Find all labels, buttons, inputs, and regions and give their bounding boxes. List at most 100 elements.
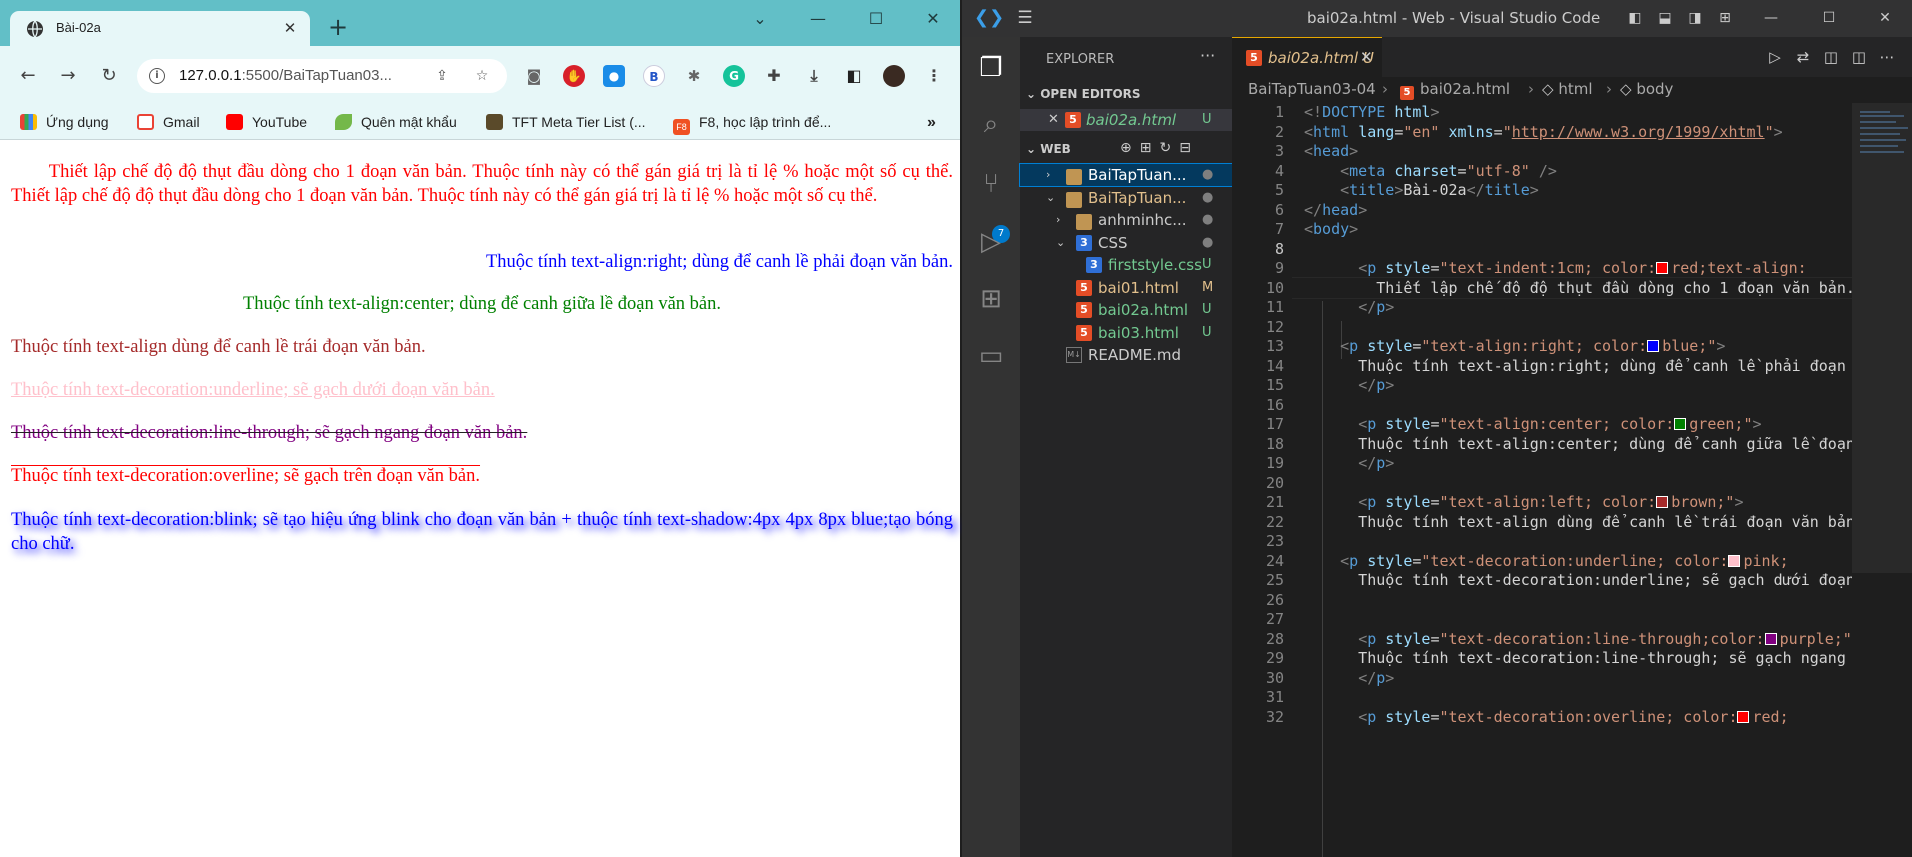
customize-layout-icon[interactable]: ⊞ [1716,9,1734,27]
droplet-icon[interactable]: ● [603,65,625,87]
avatar[interactable] [883,65,905,87]
new-tab-button[interactable]: + [325,15,351,42]
minimap-line [1860,111,1890,113]
bookmark-forgot-password[interactable]: Quên mật khẩu [335,114,457,132]
menu-hamburger-icon[interactable]: ☰ [1016,9,1034,27]
tree-item[interactable]: › BaiTapTuan... ● [1019,163,1233,187]
bookmark-tft[interactable]: TFT Meta Tier List (... [486,114,646,132]
breadcrumb-file[interactable]: 5 bai02a.html [1400,80,1510,100]
close-window-button[interactable]: ✕ [1876,9,1894,27]
folder-icon [1066,191,1082,208]
breadcrumb-html[interactable]: ◇ html [1542,80,1593,98]
star-icon[interactable]: ☆ [473,67,491,85]
tree-item[interactable]: 5 bai02a.html U [1020,299,1232,321]
remote-explorer-icon[interactable]: ▭ [974,339,1008,373]
back-arrow-icon[interactable]: ← [16,64,40,88]
line-number: 11 [1265,298,1284,316]
breadcrumb-folder[interactable]: BaiTapTuan03-04 [1248,80,1376,98]
maximize-button[interactable]: ☐ [1820,9,1838,27]
open-preview-icon[interactable]: ◫ [1822,48,1840,66]
bookmark-gmail[interactable]: Gmail [137,114,200,132]
more-actions-icon[interactable]: ··· [1200,46,1215,65]
toggle-secondary-sidebar-icon[interactable]: ◨ [1686,9,1704,27]
open-editor-item[interactable]: ✕ 5 bai02a.html U [1020,109,1232,131]
code-line-32: <p style="text-decoration:overline; colo… [1358,707,1789,726]
source-control-icon[interactable]: ⑂ [974,167,1008,201]
reload-icon[interactable]: ↻ [97,64,121,88]
minimize-button[interactable]: — [1762,9,1780,27]
bookmark-apps[interactable]: Ứng dụng [20,114,109,132]
line-number: 18 [1265,434,1284,453]
chevron-right-icon: › [1046,168,1051,181]
share-icon[interactable]: ⇪ [433,67,451,85]
camera-icon[interactable]: ◙ [523,65,545,87]
bookmark-youtube[interactable]: YouTube [226,114,307,132]
bug-icon[interactable]: ✱ [683,65,705,87]
run-debug-icon[interactable]: ▷ [974,225,1008,259]
chevron-down-icon[interactable]: ⌄ [745,8,775,30]
extensions-icon[interactable]: ⊞ [974,282,1008,316]
more-actions-icon[interactable]: ⋯ [1878,48,1896,66]
bookmarks-more[interactable]: » [927,114,936,132]
forward-arrow-icon[interactable]: → [56,64,80,88]
bookmark-f8[interactable]: F8 F8, học lập trình để... [673,114,831,135]
address-bar[interactable]: i 127.0.0.1:5500/BaiTapTuan03... ⇪ ☆ [137,59,507,93]
open-editors-header[interactable]: ⌄ OPEN EDITORS [1026,87,1141,101]
puzzle-extensions-icon[interactable]: ✚ [763,65,785,87]
folder-icon [1076,214,1092,230]
window-title: bai02a.html - Web - Visual Studio Code [1307,9,1601,27]
tab-label: bai02a.html U [1268,49,1374,67]
side-panel-icon[interactable]: ◧ [843,65,865,87]
close-icon[interactable]: ✕ [1048,109,1059,131]
web-folder-header[interactable]: ⌄ WEB [1026,142,1071,156]
run-icon[interactable]: ▷ [1766,48,1784,66]
editor-tab[interactable]: 5 bai02a.html U ✕ [1232,37,1382,77]
tree-item[interactable]: 5 bai01.html M [1020,277,1232,299]
tree-item[interactable]: ⌄ BaiTapTuan... ● [1020,187,1232,209]
toggle-primary-sidebar-icon[interactable]: ◧ [1626,9,1644,27]
explorer-files-icon[interactable]: ❐ [974,51,1008,85]
minimap-line [1860,133,1900,135]
tree-item[interactable]: 3 firststyle.css U [1020,254,1232,276]
tree-item[interactable]: › anhminhc... ● [1020,209,1232,231]
minimap[interactable] [1852,103,1912,857]
explorer-actions[interactable]: ⊕⊞↻⊟ [1120,140,1199,156]
close-tab-icon[interactable]: ✕ [280,18,300,38]
info-icon[interactable]: i [149,68,165,84]
minimap-line [1860,121,1896,123]
adblock-icon[interactable]: ✋ [563,65,585,87]
code-line-9: <p style="text-indent:1cm; color: red;tex… [1358,259,1807,277]
vscode-window: ❮❯ ☰ bai02a.html - Web - Visual Studio C… [962,0,1912,857]
line-number: 21 [1265,493,1284,511]
overline-paragraph: Thuộc tính text-decoration:overline; sẽ … [11,464,953,488]
split-editor-icon[interactable]: ◫ [1850,48,1868,66]
maximize-button[interactable]: ☐ [861,8,891,30]
more-menu-icon[interactable]: ⋮ [923,65,945,87]
code-editor[interactable]: 1 2 3 4 5 6 7 8 9 10 11 12 13 14 15 16 17 18 19 20 21 22 23 24 2… [1232,103,1852,857]
minimize-button[interactable]: — [803,8,833,30]
extension-b-icon[interactable]: B [643,65,665,87]
search-icon[interactable]: ⌕ [974,107,1008,141]
breadcrumb-body[interactable]: ◇ body [1620,80,1673,98]
tab-title: Bài-02a [56,20,101,35]
code-line-10: Thiết lập chế độ độ thụt đầu dòng cho 1 … [1304,278,1852,297]
toggle-panel-icon[interactable]: ⬓ [1656,9,1674,27]
tree-item[interactable]: 5 bai03.html U [1020,322,1232,344]
close-tab-icon[interactable]: ✕ [1360,48,1373,66]
browser-tab[interactable]: Bài-02a ✕ [10,11,310,46]
code-line-14: Thuộc tính text-align:right; dùng để can… [1358,356,1846,375]
line-number: 2 [1274,122,1284,141]
compare-changes-icon[interactable]: ⇄ [1794,48,1812,66]
chevron-right-icon: › [1528,80,1534,98]
indent-paragraph: Thiết lập chế độ độ thụt đầu dòng cho 1 … [11,162,953,206]
download-icon[interactable]: ⤓ [803,65,825,87]
grammarly-icon[interactable]: G [723,65,745,87]
code-line-17: <p style="text-align:center; color: green… [1358,415,1762,433]
tree-item[interactable]: M↓ README.md [1020,344,1232,366]
close-window-button[interactable]: ✕ [918,8,948,30]
overline-text: Thuộc tính text-decoration:overline; sẽ … [11,466,481,486]
new-folder-icon: ⊞ [1139,140,1160,156]
minimap-slider[interactable] [1852,103,1912,573]
url-text[interactable]: 127.0.0.1:5500/BaiTapTuan03... [179,67,392,84]
tree-item[interactable]: ⌄ 3 CSS ● [1020,232,1232,254]
